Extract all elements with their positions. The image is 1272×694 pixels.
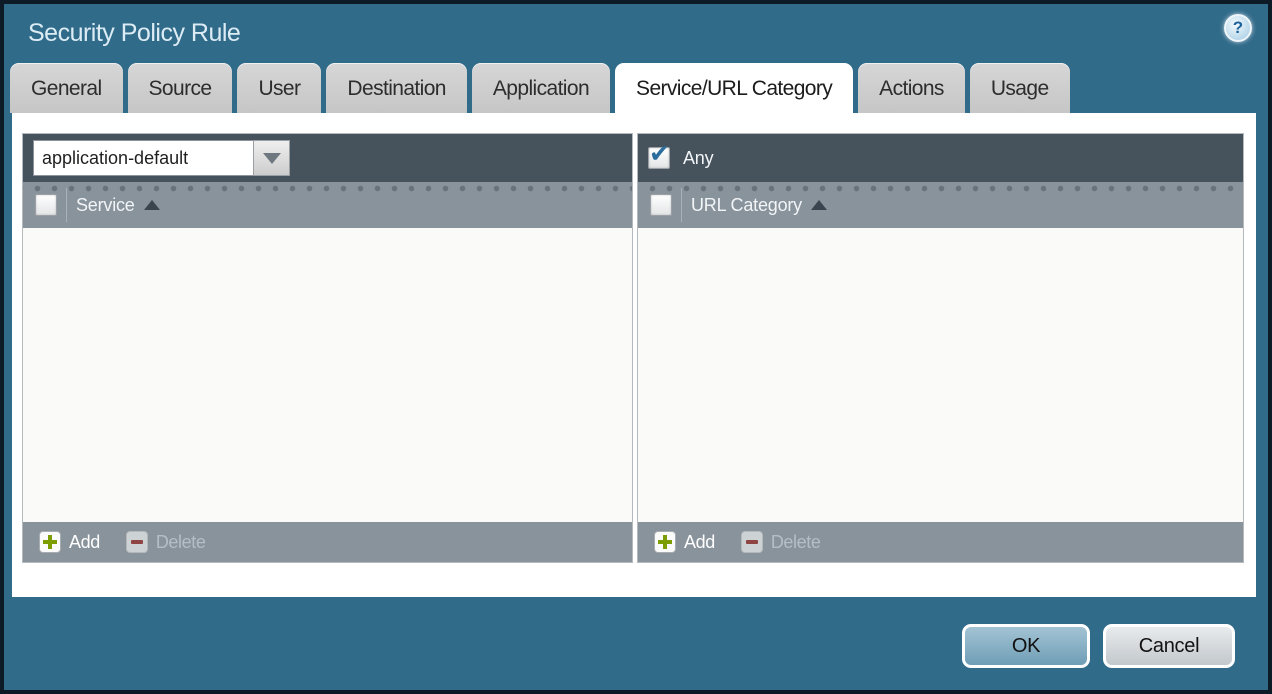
checkmark-icon: ✔ [649,141,670,167]
url-category-footer: Add Delete [638,522,1243,562]
service-footer: Add Delete [23,522,632,562]
service-type-dropdown[interactable] [33,140,254,176]
service-add-button[interactable]: Add [39,531,100,553]
tab-general[interactable]: General [10,63,123,113]
delete-label: Delete [156,532,206,553]
header-divider [66,188,67,222]
tab-application[interactable]: Application [472,63,610,113]
add-label: Add [69,532,100,553]
plus-icon [39,531,61,553]
tab-destination[interactable]: Destination [326,63,466,113]
url-category-toolbar: ✔ Any [638,134,1243,182]
chevron-down-icon [263,153,281,164]
any-label: Any [683,148,713,169]
tab-usage[interactable]: Usage [970,63,1070,113]
minus-icon [126,531,148,553]
service-toolbar [23,134,632,182]
help-icon[interactable]: ? [1224,14,1252,42]
url-category-column-header: URL Category [638,182,1243,228]
url-category-column-label: URL Category [691,195,802,216]
service-type-dropdown-button[interactable] [253,140,290,176]
url-category-add-button[interactable]: Add [654,531,715,553]
header-divider [681,188,682,222]
tab-source[interactable]: Source [128,63,233,113]
add-label: Add [684,532,715,553]
url-category-panel: ✔ Any URL Category Add Delete [637,133,1244,563]
sort-ascending-icon[interactable] [144,200,160,210]
ok-button[interactable]: OK [962,624,1090,668]
service-panel: Service Add Delete [22,133,633,563]
dialog-title: Security Policy Rule [28,4,240,63]
sort-ascending-icon[interactable] [811,200,827,210]
service-select-all-checkbox[interactable] [35,194,57,216]
service-list [23,228,632,522]
cancel-button[interactable]: Cancel [1103,624,1235,668]
security-policy-rule-dialog: Security Policy Rule ? General Source Us… [4,4,1268,690]
service-column-header: Service [23,182,632,228]
service-column-label: Service [76,195,135,216]
delete-label: Delete [771,532,821,553]
tab-service-url-category[interactable]: Service/URL Category [615,63,853,113]
tab-user[interactable]: User [237,63,321,113]
tab-actions[interactable]: Actions [858,63,965,113]
url-category-delete-button[interactable]: Delete [741,531,821,553]
url-category-select-all-checkbox[interactable] [650,194,672,216]
minus-icon [741,531,763,553]
any-checkbox[interactable]: ✔ [648,147,670,169]
titlebar: Security Policy Rule ? [4,4,1268,63]
tab-bar: General Source User Destination Applicat… [10,63,1070,113]
url-category-list [638,228,1243,522]
plus-icon [654,531,676,553]
service-delete-button[interactable]: Delete [126,531,206,553]
tab-content: Service Add Delete ✔ Any [12,113,1256,597]
